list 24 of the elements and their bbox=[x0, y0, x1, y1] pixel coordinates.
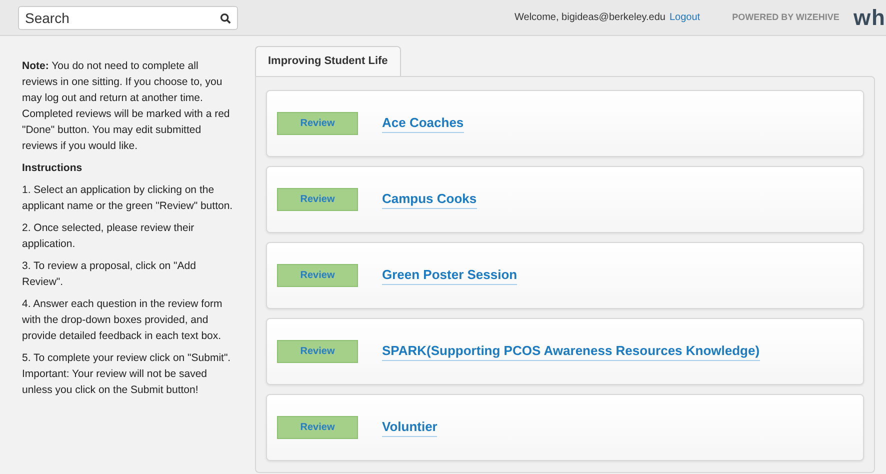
powered-by-text: POWERED BY WIZEHIVE bbox=[732, 10, 840, 24]
instructions-heading: Instructions bbox=[22, 161, 84, 176]
application-link[interactable]: Green Poster Session bbox=[382, 264, 518, 286]
application-link[interactable]: Campus Cooks bbox=[382, 188, 477, 210]
application-link[interactable]: SPARK(Supporting PCOS Awareness Resources Knowledge) bbox=[382, 340, 760, 362]
application-link[interactable]: Ace Coaches bbox=[382, 112, 464, 134]
instruction-step: 2. Once selected, please review their application. bbox=[22, 220, 233, 252]
instruction-step: 5. To complete your review click on "Submit". Important: Your review will not be saved unless you click on the Submit button! bbox=[22, 350, 233, 398]
search-icon[interactable] bbox=[220, 12, 231, 24]
note-text: Note: You do not need to complete all reviews in one sitting. If you choose to, you may log out and return at another time. Completed reviews will be marked with a red "Done" button. You may edit submitted reviews if you would like. bbox=[22, 59, 231, 154]
review-button[interactable]: Review bbox=[277, 112, 358, 134]
welcome-text: Welcome, bigideas@berkeley.edu bbox=[514, 11, 666, 25]
logout-link[interactable]: Logout bbox=[669, 10, 700, 25]
logo: wh bbox=[853, 6, 886, 28]
search-field[interactable]: Search bbox=[18, 6, 238, 30]
instruction-step: 4. Answer each question in the review form with the drop-down boxes provided, and provide detailed feedback in each text box. bbox=[22, 296, 233, 344]
application-link[interactable]: Voluntier bbox=[382, 416, 438, 438]
review-button[interactable]: Review bbox=[277, 340, 358, 362]
review-button[interactable]: Review bbox=[277, 188, 358, 210]
review-button[interactable]: Review bbox=[277, 416, 358, 438]
tab[interactable]: Improving Student Life bbox=[255, 46, 401, 76]
instruction-step: 3. To review a proposal, click on "Add Review". bbox=[22, 258, 233, 290]
review-button[interactable]: Review bbox=[277, 264, 358, 286]
instruction-step: 1. Select an application by clicking on the applicant name or the green "Review" button. bbox=[22, 182, 233, 214]
